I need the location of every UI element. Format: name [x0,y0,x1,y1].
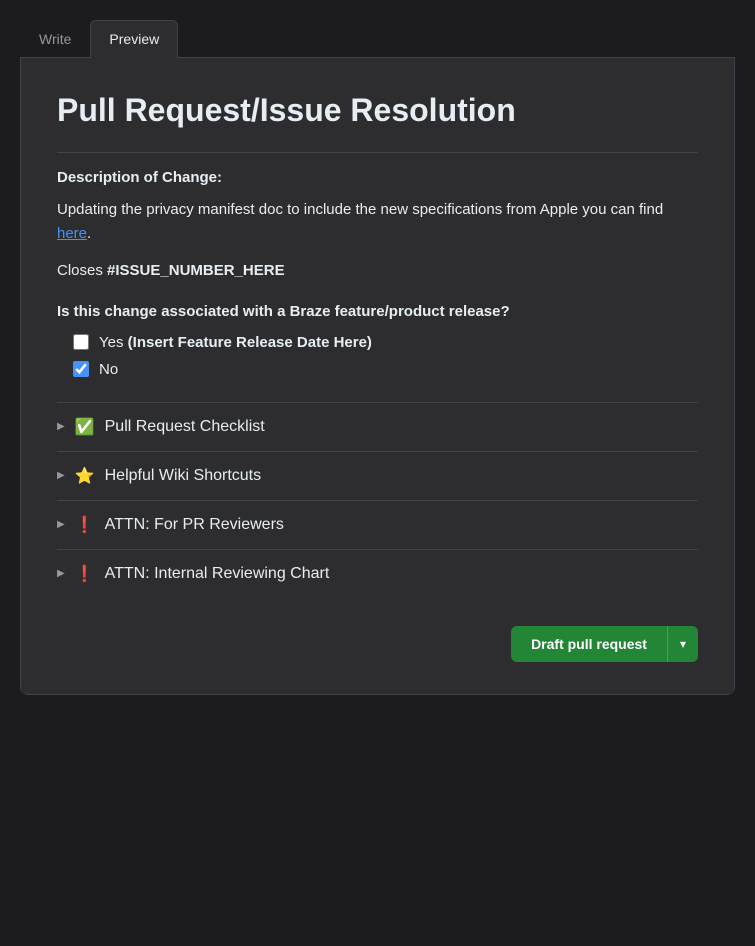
checkbox-yes-item: Yes (Insert Feature Release Date Here) [73,334,698,351]
pr-checklist-label: Pull Request Checklist [105,418,265,436]
attn-chart-label: ATTN: Internal Reviewing Chart [105,565,330,583]
tab-preview[interactable]: Preview [90,20,178,58]
pr-checklist-emoji: ✅ [75,417,95,437]
description-label: Description of Change: [57,169,698,186]
collapsible-sections: ▶ ✅ Pull Request Checklist ▶ ⭐ Helpful W… [57,402,698,598]
triangle-icon-3: ▶ [57,519,65,530]
content-area: Pull Request/Issue Resolution Descriptio… [20,58,735,695]
draft-dropdown-arrow-button[interactable]: ▾ [668,626,698,662]
attn-chart-emoji: ❗ [75,564,95,584]
triangle-icon-2: ▶ [57,470,65,481]
triangle-icon-1: ▶ [57,421,65,432]
checkbox-no-item: No [73,361,698,378]
collapsible-attn-chart[interactable]: ▶ ❗ ATTN: Internal Reviewing Chart [57,549,698,598]
bottom-bar: Draft pull request ▾ [57,610,698,662]
attn-reviewers-emoji: ❗ [75,515,95,535]
triangle-icon-4: ▶ [57,568,65,579]
period: . [87,225,91,242]
attn-reviewers-label: ATTN: For PR Reviewers [105,516,284,534]
closes-text: Closes #ISSUE_NUMBER_HERE [57,262,698,279]
closes-label: Closes [57,262,103,279]
checkbox-yes-label: Yes (Insert Feature Release Date Here) [99,334,372,351]
description-text-before-link: Updating the privacy manifest doc to inc… [57,201,663,218]
page-title: Pull Request/Issue Resolution [57,90,698,132]
checkbox-no[interactable] [73,361,89,377]
checkbox-yes[interactable] [73,334,89,350]
divider-1 [57,152,698,153]
collapsible-attn-reviewers[interactable]: ▶ ❗ ATTN: For PR Reviewers [57,500,698,549]
checkbox-group: Yes (Insert Feature Release Date Here) N… [73,334,698,378]
description-body: Updating the privacy manifest doc to inc… [57,198,698,246]
wiki-shortcuts-emoji: ⭐ [75,466,95,486]
tab-write[interactable]: Write [20,20,90,57]
draft-pull-request-button[interactable]: Draft pull request [511,626,668,662]
issue-number: #ISSUE_NUMBER_HERE [107,262,285,279]
tab-bar: Write Preview [20,20,735,58]
wiki-shortcuts-label: Helpful Wiki Shortcuts [105,467,262,485]
checkbox-yes-detail: (Insert Feature Release Date Here) [128,334,372,351]
main-container: Write Preview Pull Request/Issue Resolut… [20,20,735,695]
feature-question: Is this change associated with a Braze f… [57,303,698,320]
draft-button-group: Draft pull request ▾ [511,626,698,662]
here-link[interactable]: here [57,225,87,242]
collapsible-wiki-shortcuts[interactable]: ▶ ⭐ Helpful Wiki Shortcuts [57,451,698,500]
chevron-down-icon: ▾ [680,637,686,651]
collapsible-pr-checklist[interactable]: ▶ ✅ Pull Request Checklist [57,403,698,451]
checkbox-no-label: No [99,361,118,378]
